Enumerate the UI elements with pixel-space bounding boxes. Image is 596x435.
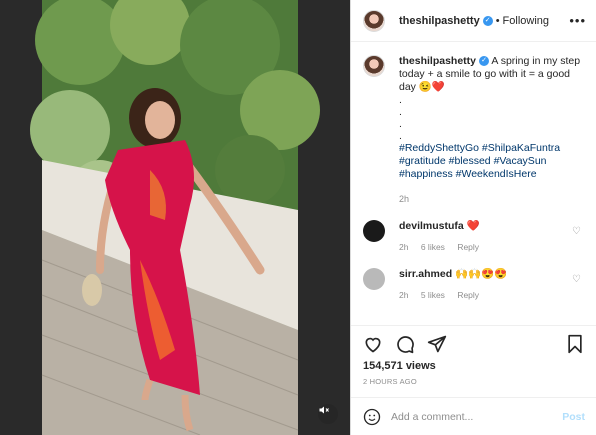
author-username[interactable]: theshilpashetty — [399, 15, 480, 27]
comment-time: 2h — [399, 242, 409, 252]
post-media[interactable] — [0, 0, 350, 435]
author-avatar[interactable] — [363, 9, 385, 32]
caption-time: 2h — [399, 194, 410, 204]
comment-input[interactable] — [391, 410, 563, 423]
commenter-avatar[interactable] — [363, 220, 385, 242]
post-photo — [0, 0, 350, 435]
like-comment-heart-icon[interactable]: ♡ — [572, 226, 581, 237]
like-comment-heart-icon[interactable]: ♡ — [572, 274, 581, 285]
comment-item: devilmustufa ❤️ 2h 6 likes Reply ♡ — [363, 220, 585, 254]
caption-avatar[interactable] — [363, 55, 385, 77]
commenter-username[interactable]: devilmustufa — [399, 220, 464, 232]
caption-username[interactable]: theshilpashetty — [399, 55, 476, 67]
reply-button[interactable]: Reply — [457, 242, 479, 252]
post-header: theshilpashetty ✓ • Following ••• — [351, 0, 596, 42]
share-icon[interactable] — [427, 334, 447, 354]
more-options-button[interactable]: ••• — [569, 13, 586, 28]
comment-text: 🙌🙌😍😍 — [455, 268, 508, 280]
mute-icon — [319, 406, 329, 414]
comment-composer: Post — [351, 397, 596, 435]
mute-button[interactable] — [318, 404, 338, 424]
separator-dot: • — [495, 14, 500, 27]
post-panel: theshilpashetty ✓ • Following ••• theshi… — [350, 0, 596, 435]
commenter-avatar[interactable] — [363, 268, 385, 290]
comment-time: 2h — [399, 290, 409, 300]
comment-likes[interactable]: 6 likes — [421, 242, 445, 252]
post-comment-button[interactable]: Post — [562, 411, 585, 423]
verified-icon: ✓ — [479, 56, 490, 67]
verified-icon: ✓ — [482, 15, 493, 26]
following-button[interactable]: Following — [503, 15, 549, 27]
comment-text: ❤️ — [466, 220, 480, 232]
post-caption: theshilpashetty ✓ A spring in my step tod… — [363, 55, 585, 206]
emoji-icon[interactable] — [363, 408, 381, 426]
post-timestamp: 2 HOURS AGO — [363, 377, 417, 386]
comment-likes[interactable]: 5 likes — [421, 290, 445, 300]
reply-button[interactable]: Reply — [457, 290, 479, 300]
save-icon[interactable] — [565, 334, 585, 354]
caption-dots: . . . . — [399, 94, 402, 142]
commenter-username[interactable]: sirr.ahmed — [399, 268, 452, 280]
caption-hashtags[interactable]: #ReddyShettyGo #ShilpaKaFuntra #gratitud… — [399, 142, 585, 181]
comment-icon[interactable] — [395, 334, 415, 354]
view-count[interactable]: 154,571 views — [363, 360, 585, 372]
heart-icon[interactable] — [363, 334, 383, 354]
comment-item: sirr.ahmed 🙌🙌😍😍 2h 5 likes Reply ♡ — [363, 268, 585, 302]
post-actions: 154,571 views 2 HOURS AGO — [351, 325, 596, 395]
comments-list[interactable]: theshilpashetty ✓ A spring in my step tod… — [351, 43, 596, 325]
